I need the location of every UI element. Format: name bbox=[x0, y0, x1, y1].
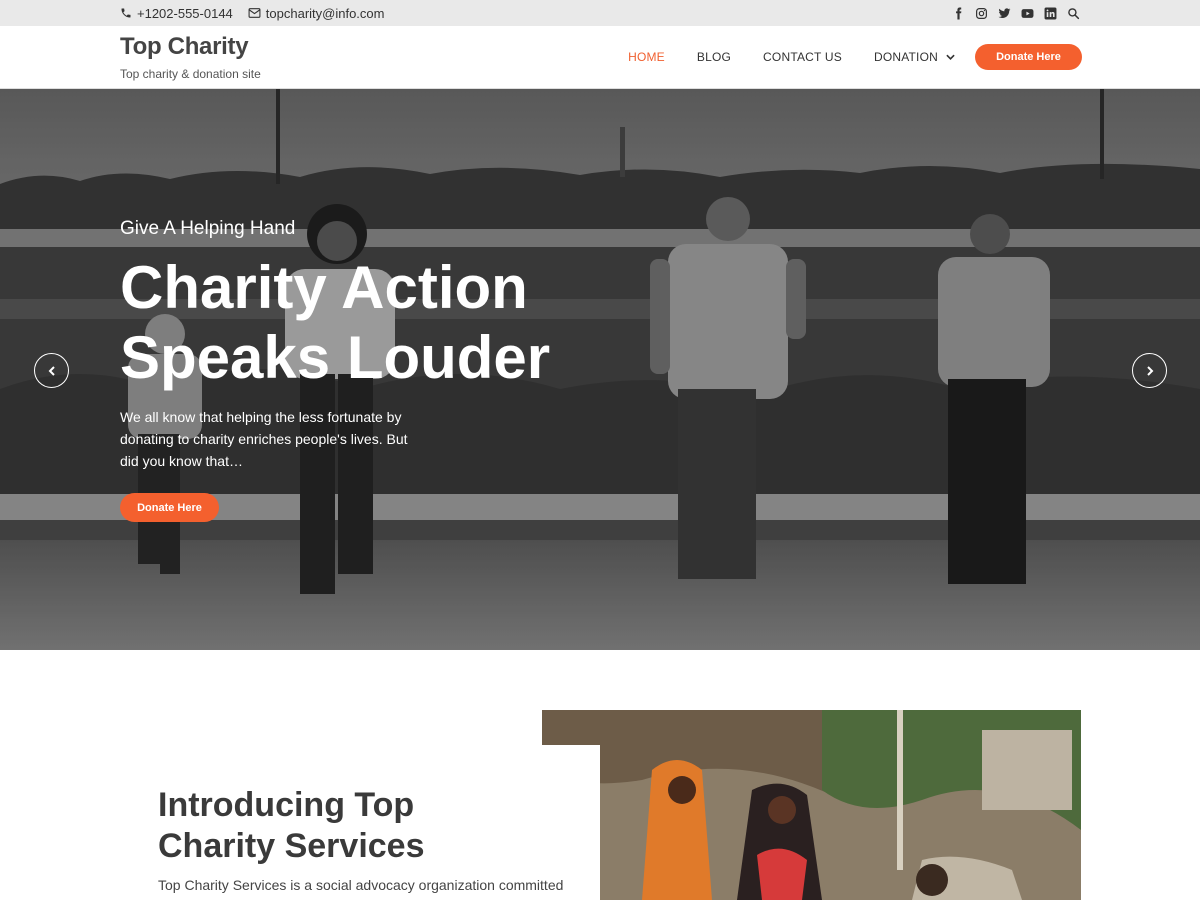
social-links bbox=[952, 0, 1080, 26]
slider-prev-button[interactable] bbox=[34, 353, 69, 388]
hero-subtitle: Give A Helping Hand bbox=[120, 218, 296, 239]
phone-contact[interactable]: +1202-555-0144 bbox=[120, 6, 233, 21]
intro-image bbox=[542, 710, 1081, 900]
site-tagline: Top charity & donation site bbox=[120, 67, 261, 81]
slider-next-button[interactable] bbox=[1132, 353, 1167, 388]
chevron-right-icon bbox=[1146, 365, 1153, 376]
instagram-icon[interactable] bbox=[975, 7, 988, 20]
search-icon[interactable] bbox=[1067, 7, 1080, 20]
email-address: topcharity@info.com bbox=[265, 5, 385, 21]
nav-item-donation-label: DONATION bbox=[873, 50, 938, 64]
donate-here-button[interactable]: Donate Here bbox=[975, 44, 1082, 70]
twitter-icon[interactable] bbox=[998, 7, 1011, 20]
nav-item-contact-us[interactable]: CONTACT US bbox=[763, 50, 842, 64]
contact-info: +1202-555-0144 topcharity@info.com bbox=[120, 0, 384, 26]
site-title[interactable]: Top Charity bbox=[120, 33, 261, 61]
hero-donate-button[interactable]: Donate Here bbox=[120, 493, 219, 522]
hero-headline: Charity Action Speaks Louder bbox=[120, 254, 551, 391]
nav-item-blog[interactable]: BLOG bbox=[697, 50, 731, 64]
youtube-icon[interactable] bbox=[1021, 7, 1034, 20]
intro-title: Introducing Top Charity Services bbox=[158, 786, 425, 865]
nav-item-donation[interactable]: DONATION bbox=[874, 50, 955, 64]
chevron-down-icon bbox=[946, 54, 955, 60]
phone-number: +1202-555-0144 bbox=[137, 5, 233, 21]
site-header: Top Charity Top charity & donation site … bbox=[0, 26, 1200, 89]
nav-item-home[interactable]: HOME bbox=[628, 50, 665, 64]
intro-text: Top Charity Services is a social advocac… bbox=[158, 877, 564, 893]
main-nav: HOME BLOG CONTACT US DONATION Donate Her… bbox=[628, 44, 1082, 70]
top-bar: +1202-555-0144 topcharity@info.com bbox=[0, 0, 1200, 26]
email-contact[interactable]: topcharity@info.com bbox=[248, 5, 385, 21]
hero-slider: Give A Helping Hand Charity Action Speak… bbox=[0, 89, 1200, 650]
envelope-icon bbox=[248, 8, 261, 18]
linkedin-icon[interactable] bbox=[1044, 7, 1057, 20]
chevron-left-icon bbox=[48, 365, 55, 376]
hero-description: We all know that helping the less fortun… bbox=[120, 409, 408, 469]
facebook-icon[interactable] bbox=[952, 7, 965, 20]
phone-icon bbox=[121, 8, 131, 18]
intro-photo bbox=[542, 710, 1081, 900]
site-brand[interactable]: Top Charity Top charity & donation site bbox=[120, 33, 261, 81]
